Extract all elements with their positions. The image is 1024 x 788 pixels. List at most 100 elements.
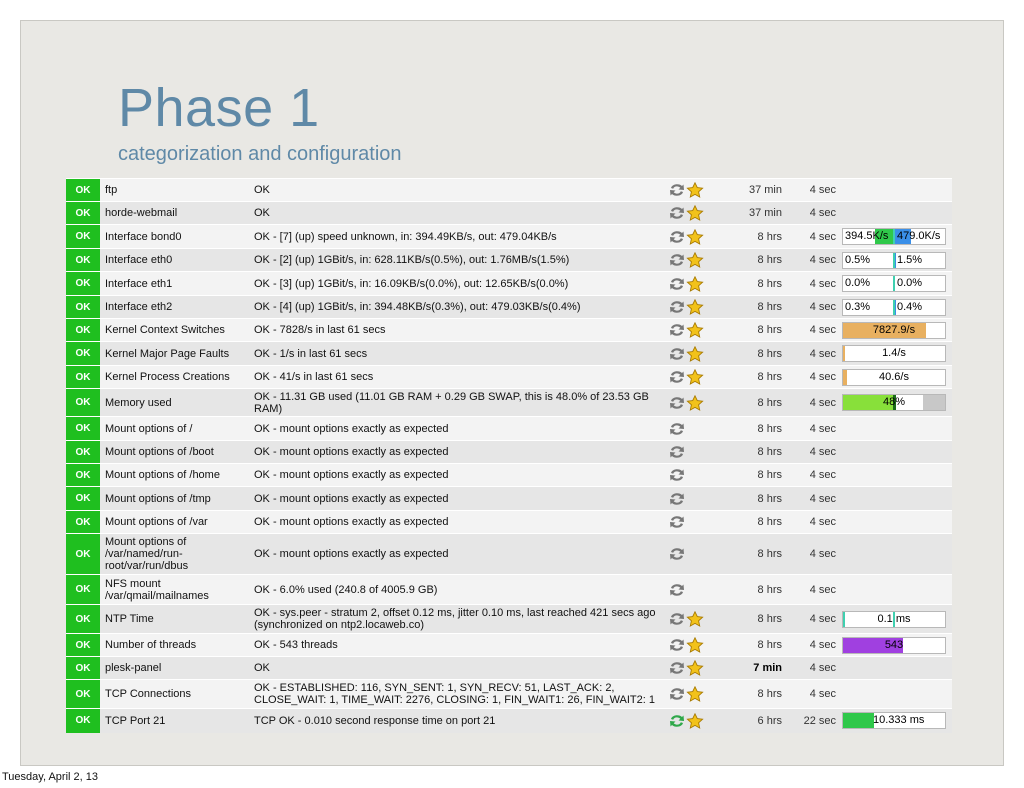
table-row[interactable]: OK TCP Port 21 TCP OK - 0.010 second respo… [66,708,952,733]
star-icon[interactable] [686,369,704,385]
service-name[interactable]: Mount options of / [100,416,248,441]
perfometer-bar[interactable]: 10.333 ms [842,712,946,730]
star-icon[interactable] [686,686,704,702]
service-name[interactable]: TCP Connections [100,679,248,709]
star-icon[interactable] [686,182,704,198]
service-name[interactable]: Mount options of /var/named/run-root/var… [100,533,248,575]
refresh-arrows-icon[interactable] [668,229,686,245]
service-name[interactable]: Mount options of /boot [100,440,248,464]
table-row[interactable]: OK Mount options of /var/named/run-root/v… [66,533,952,575]
last-checked: 4 sec [786,656,840,680]
service-name[interactable]: Interface eth1 [100,271,248,296]
perfometer-bar[interactable]: 0.0% 0.0% [842,275,946,292]
refresh-arrows-icon[interactable] [668,686,686,702]
star-icon[interactable] [686,299,704,315]
service-name[interactable]: Number of threads [100,633,248,657]
table-row[interactable]: OK Kernel Major Page Faults OK - 1/s in la… [66,341,952,366]
perfometer-bar[interactable]: 48% [842,394,946,411]
perfometer-bar[interactable]: 543 [842,636,946,654]
refresh-arrows-icon[interactable] [668,182,686,198]
service-name[interactable]: Kernel Process Creations [100,365,248,389]
perfometer-bar[interactable]: 0.1 ms [842,610,946,628]
table-row[interactable]: OK Mount options of /home OK - mount optio… [66,463,952,487]
service-name[interactable]: ftp [100,178,248,202]
table-row[interactable]: OK TCP Connections OK - ESTABLISHED: 116, … [66,679,952,709]
star-icon[interactable] [686,394,704,411]
table-row[interactable]: OK Mount options of /var OK - mount option… [66,510,952,534]
service-name[interactable]: Mount options of /home [100,463,248,487]
refresh-arrows-icon[interactable] [668,660,686,676]
star-icon[interactable] [686,660,704,676]
perf-fill [843,713,875,729]
table-row[interactable]: OK Interface bond0 OK - [7] (up) speed unk… [66,224,952,249]
perf-cell [840,440,952,464]
service-name[interactable]: Kernel Major Page Faults [100,341,248,366]
service-name[interactable]: Interface bond0 [100,224,248,249]
refresh-arrows-icon[interactable] [668,467,686,483]
star-icon[interactable] [686,712,704,729]
status-badge: OK [66,224,100,249]
perfometer-bar[interactable]: 394.5K/s 479.0K/s [842,228,946,245]
refresh-arrows-icon[interactable] [668,491,686,507]
table-row[interactable]: OK Memory used OK - 11.31 GB used (11.01 G… [66,388,952,417]
table-row[interactable]: OK NTP Time OK - sys.peer - stratum 2, off… [66,604,952,634]
service-name[interactable]: Mount options of /tmp [100,486,248,511]
star-icon[interactable] [686,205,704,221]
service-name[interactable]: NFS mount /var/qmail/mailnames [100,574,248,605]
table-row[interactable]: OK Kernel Context Switches OK - 7828/s in … [66,318,952,342]
table-row[interactable]: OK horde-webmail OK 37 min 4 sec [66,201,952,225]
table-row[interactable]: OK Interface eth1 OK - [3] (up) 1GBit/s, i… [66,271,952,296]
refresh-arrows-icon[interactable] [668,276,686,292]
star-icon[interactable] [686,252,704,268]
service-name[interactable]: horde-webmail [100,201,248,225]
table-row[interactable]: OK NFS mount /var/qmail/mailnames OK - 6.0… [66,574,952,605]
refresh-arrows-icon[interactable] [668,713,686,729]
state-age: 8 hrs [728,533,786,575]
star-icon[interactable] [686,345,704,362]
action-icons [662,510,728,534]
refresh-arrows-icon[interactable] [668,514,686,530]
service-name[interactable]: plesk-panel [100,656,248,680]
refresh-arrows-icon[interactable] [668,346,686,362]
star-icon[interactable] [686,228,704,245]
star-icon[interactable] [686,637,704,653]
star-icon[interactable] [686,275,704,292]
star-icon[interactable] [686,322,704,338]
table-row[interactable]: OK Mount options of /tmp OK - mount option… [66,486,952,511]
table-row[interactable]: OK Mount options of / OK - mount options e… [66,416,952,441]
table-row[interactable]: OK Interface eth2 OK - [4] (up) 1GBit/s, i… [66,295,952,319]
refresh-arrows-icon[interactable] [668,299,686,315]
service-name[interactable]: Mount options of /var [100,510,248,534]
refresh-arrows-icon[interactable] [668,611,686,627]
refresh-arrows-icon[interactable] [668,252,686,268]
table-row[interactable]: OK Number of threads OK - 543 threads 8 hrs… [66,633,952,657]
service-name[interactable]: NTP Time [100,604,248,634]
refresh-arrows-icon[interactable] [668,322,686,338]
refresh-arrows-icon[interactable] [668,546,686,562]
table-row[interactable]: OK plesk-panel OK 7 min 4 sec [66,656,952,680]
refresh-arrows-icon[interactable] [668,369,686,385]
perfometer-bar[interactable]: 40.6/s [842,368,946,386]
refresh-arrows-icon[interactable] [668,421,686,437]
perfometer-bar[interactable]: 0.3% 0.4% [842,298,946,316]
refresh-arrows-icon[interactable] [668,444,686,460]
table-row[interactable]: OK Kernel Process Creations OK - 41/s in l… [66,365,952,389]
service-name[interactable]: Kernel Context Switches [100,318,248,342]
refresh-arrows-icon[interactable] [668,205,686,221]
service-name[interactable]: Interface eth2 [100,295,248,319]
refresh-arrows-icon[interactable] [668,395,686,411]
star-icon[interactable] [686,611,704,627]
service-name[interactable]: Interface eth0 [100,248,248,272]
service-name[interactable]: TCP Port 21 [100,708,248,733]
refresh-arrows-icon[interactable] [668,582,686,598]
perf-label: 40.6/s [879,370,909,383]
refresh-arrows-icon[interactable] [668,637,686,653]
table-row[interactable]: OK ftp OK 37 min 4 sec [66,178,952,202]
service-output: OK - 41/s in last 61 secs [248,365,662,389]
table-row[interactable]: OK Mount options of /boot OK - mount optio… [66,440,952,464]
perfometer-bar[interactable]: 7827.9/s [842,321,946,339]
table-row[interactable]: OK Interface eth0 OK - [2] (up) 1GBit/s, i… [66,248,952,272]
perfometer-bar[interactable]: 1.4/s [842,345,946,362]
perfometer-bar[interactable]: 0.5% 1.5% [842,251,946,269]
service-name[interactable]: Memory used [100,388,248,417]
